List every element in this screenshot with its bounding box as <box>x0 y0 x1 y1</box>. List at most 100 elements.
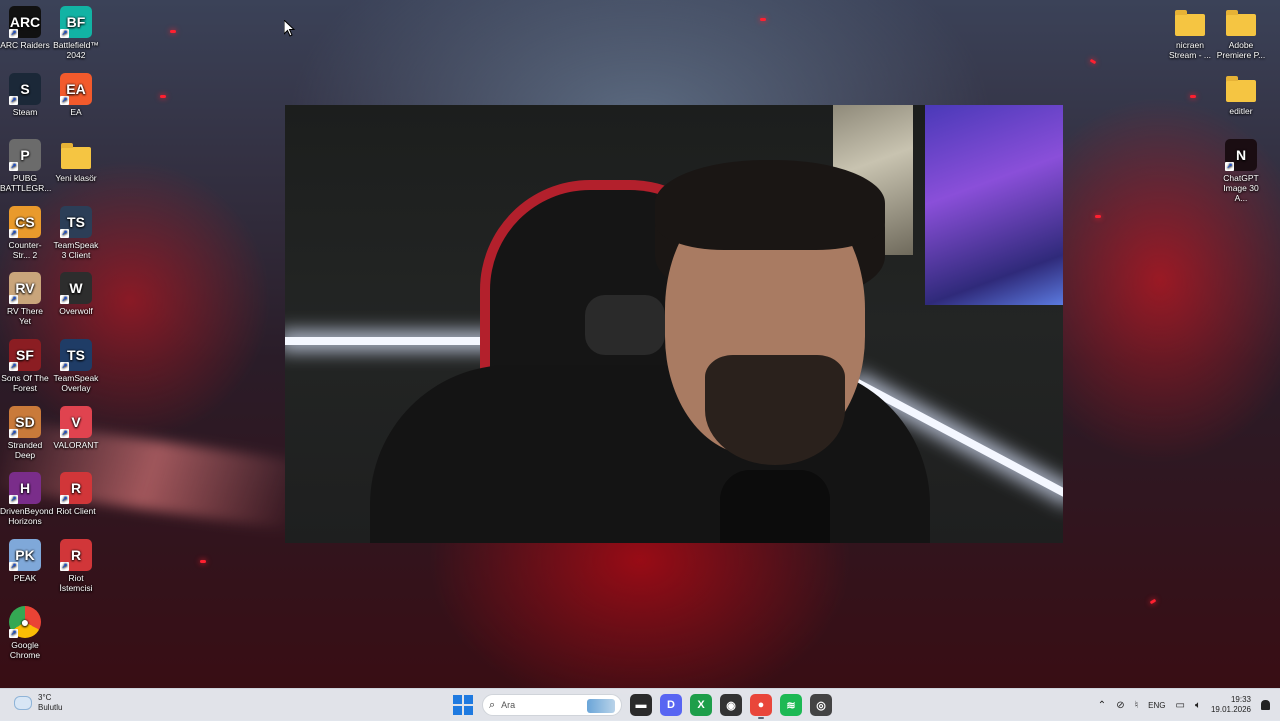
taskbar: 3°C Bulutlu ⌕ Ara ▬ D X ◉ ● ≋ ◎ ⌃ ⊘ ♮ ENG ▭ 🔈︎… <box>0 688 1280 721</box>
desktop-icon-label: TeamSpeak 3 Client <box>53 239 99 260</box>
taskbar-search[interactable]: ⌕ Ara <box>482 694 622 716</box>
ember <box>760 18 766 21</box>
desktop-icon-steam[interactable]: S ↗ Steam <box>0 72 50 117</box>
language-indicator[interactable]: ENG <box>1148 701 1165 710</box>
taskbar-app-chrome[interactable]: ● <box>750 694 772 719</box>
desktop-icon-label: EA <box>70 106 82 117</box>
desktop-icon-label: Google Chrome <box>9 640 41 660</box>
shortcut-arrow-icon: ↗ <box>9 495 18 505</box>
shortcut-arrow-icon: ↗ <box>9 29 18 38</box>
taskbar-center: ⌕ Ara ▬ D X ◉ ● ≋ ◎ <box>452 693 832 719</box>
weather-widget[interactable]: 3°C Bulutlu <box>14 693 62 713</box>
shortcut-arrow-icon: ↗ <box>9 295 18 305</box>
icon-glyph: EA <box>66 80 86 97</box>
ember <box>1149 598 1157 605</box>
ember <box>1190 95 1196 98</box>
volume-icon[interactable]: 🔈︎ <box>1195 700 1201 711</box>
valorant-icon: V ↗ <box>60 405 92 438</box>
taskbar-app-app-misc[interactable]: ◎ <box>810 694 832 716</box>
chevron-up-icon[interactable]: ⌃ <box>1098 700 1106 711</box>
desktop-icon-teamspeak-client[interactable]: TS ↗ TeamSpeak 3 Client <box>51 205 101 260</box>
desktop-icon-nicraen-stream[interactable]: nicraen Stream - ... <box>1165 6 1215 60</box>
desktop-icon-label: ChatGPT Image 30 A... <box>1223 173 1259 203</box>
taskbar-app-spotify[interactable]: ≋ <box>780 694 802 716</box>
start-button[interactable] <box>452 694 474 716</box>
shortcut-arrow-icon: ↗ <box>9 629 18 638</box>
desktop-icon-overwolf[interactable]: W ↗ Overwolf <box>51 272 101 316</box>
clock[interactable]: 19:33 19.01.2026 <box>1211 695 1251 715</box>
weather-temp: 3°C <box>38 693 52 702</box>
desktop-icon-riot-client[interactable]: R ↗ Riot Client <box>51 472 101 516</box>
clock-date: 19.01.2026 <box>1210 705 1251 714</box>
chatgpt-image-icon: N ↗ <box>1225 139 1257 171</box>
desktop-icon-ea[interactable]: EA ↗ EA <box>51 72 101 117</box>
search-icon: ⌕ <box>489 698 496 711</box>
desktop-icon-label: Riot Client <box>56 506 96 517</box>
desktop-icon-arc-raiders[interactable]: ARC ↗ ARC Raiders <box>0 6 50 50</box>
icon-glyph: ● <box>20 614 30 630</box>
chrome-icon: ● <box>757 699 765 711</box>
webcam-overlay <box>285 105 1063 543</box>
desktop-icon-yeni-klasor[interactable]: Yeni klasör <box>51 139 101 183</box>
overwolf-icon: W ↗ <box>60 272 92 305</box>
ea-icon: EA ↗ <box>60 72 92 105</box>
shortcut-arrow-icon: ↗ <box>9 228 18 238</box>
weather-desc: Bulutlu <box>38 703 63 712</box>
system-tray: ⌃ ⊘ ♮ ENG ▭ 🔈︎ 19:33 19.01.2026 <box>1098 689 1270 721</box>
yeni-klasor-icon <box>61 143 91 170</box>
sons-of-forest-icon: SF ↗ <box>9 339 41 371</box>
ember <box>160 95 166 98</box>
desktop-icon-counter-strike[interactable]: CS ↗ Counter-Str... 2 <box>0 205 50 260</box>
desktop-icon-pubg[interactable]: P ↗ PUBG BATTLEGR... <box>0 139 51 193</box>
taskbar-app-discord[interactable]: D <box>660 694 682 716</box>
microphone-icon[interactable]: ♮ <box>1135 700 1139 711</box>
desktop-icon-valorant[interactable]: V ↗ VALORANT <box>51 405 101 450</box>
ember <box>170 30 176 33</box>
app-steamlike-icon: ◉ <box>726 699 736 712</box>
icon-glyph: BF <box>66 14 86 30</box>
desktop-icon-chatgpt-image[interactable]: N ↗ ChatGPT Image 30 A... <box>1216 139 1266 203</box>
icon-glyph: SD <box>15 413 35 430</box>
taskbar-app-app-steamlike[interactable]: ◉ <box>720 694 742 716</box>
google-chrome-icon: ● ↗ <box>9 606 41 638</box>
desktop-icon-sons-of-forest[interactable]: SF ↗ Sons Of The Forest <box>0 339 50 393</box>
icon-glyph: CS <box>15 213 35 230</box>
display-icon[interactable]: ▭ <box>1176 700 1185 711</box>
desktop-icon-editler[interactable]: editler <box>1216 72 1266 116</box>
shortcut-arrow-icon: ↗ <box>60 428 69 438</box>
desktop-icon-label: VALORANT <box>53 439 99 450</box>
rv-there-yet-icon: RV ↗ <box>9 272 41 305</box>
desktop-icon-battlefield[interactable]: BF ↗ Battlefield™ 2042 <box>51 6 101 60</box>
chair-cutout <box>585 295 665 355</box>
icon-glyph: RV <box>15 280 35 297</box>
desktop-icon-stranded-deep[interactable]: SD ↗ Stranded Deep <box>0 405 50 460</box>
desktop-icon-label: Riot İstemcisi <box>59 572 93 593</box>
network-off-icon[interactable]: ⊘ <box>1116 700 1124 711</box>
desktop-icon-label: editler <box>1229 106 1253 116</box>
desktop-icon-label: Counter-Str... 2 <box>8 239 42 260</box>
desktop-icon-peak[interactable]: PK ↗ PEAK <box>0 538 50 583</box>
arc-raiders-icon: ARC ↗ <box>9 6 41 38</box>
ember <box>1095 215 1101 218</box>
desktop-icon-riot-istemcisi[interactable]: R ↗ Riot İstemcisi <box>51 538 101 593</box>
shortcut-arrow-icon: ↗ <box>60 29 69 38</box>
icon-glyph: R <box>70 546 82 563</box>
desktop-icon-label: Battlefield™ 2042 <box>53 40 99 60</box>
shortcut-arrow-icon: ↗ <box>60 295 69 305</box>
desktop-icon-google-chrome[interactable]: ● ↗ Google Chrome <box>0 606 50 660</box>
desktop-icon-dynasty-horizons[interactable]: H ↗ DrivenBeyond Horizons <box>0 472 53 526</box>
notification-bell-icon[interactable] <box>1261 700 1270 710</box>
desktop-icon-rv-there-yet[interactable]: RV ↗ RV There Yet <box>0 272 50 326</box>
desktop-icon-adobe-premiere[interactable]: Adobe Premiere P... <box>1216 6 1266 60</box>
icon-glyph: W <box>69 280 83 297</box>
icon-glyph: SF <box>16 347 34 363</box>
taskbar-app-xbox[interactable]: X <box>690 694 712 716</box>
icon-glyph: S <box>20 80 30 97</box>
icon-glyph: ARC <box>9 14 41 30</box>
shortcut-arrow-icon: ↗ <box>60 228 69 238</box>
editler-icon <box>1226 76 1256 102</box>
desktop-icon-teamspeak-overlay[interactable]: TS ↗ TeamSpeak Overlay <box>51 339 101 393</box>
nicraen-stream-icon <box>1175 10 1205 36</box>
app-misc-icon: ◎ <box>816 699 826 712</box>
taskbar-app-file-explorer[interactable]: ▬ <box>630 694 652 716</box>
